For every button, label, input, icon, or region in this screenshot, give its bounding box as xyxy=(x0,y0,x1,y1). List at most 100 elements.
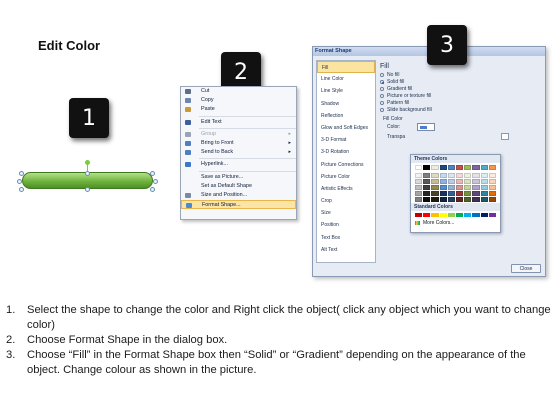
menu-item-paste[interactable]: Paste xyxy=(181,105,296,114)
color-swatch[interactable] xyxy=(464,165,472,170)
more-colors-item[interactable]: More Colors... xyxy=(411,219,500,227)
color-swatch[interactable] xyxy=(464,173,472,178)
nav-item-alt-text[interactable]: Alt Text xyxy=(317,244,375,256)
color-swatch[interactable] xyxy=(472,191,480,196)
nav-item-text-box[interactable]: Text Box xyxy=(317,232,375,244)
color-swatch[interactable] xyxy=(431,185,439,190)
color-swatch[interactable] xyxy=(456,165,464,170)
radio-button[interactable] xyxy=(380,73,384,77)
nav-item-shadow[interactable]: Shadow xyxy=(317,98,375,110)
color-swatch[interactable] xyxy=(439,179,447,184)
fill-option-gradient-fill[interactable]: Gradient fill xyxy=(379,86,543,93)
color-swatch[interactable] xyxy=(456,213,464,217)
menu-item-cut[interactable]: Cut xyxy=(181,87,296,96)
nav-item-crop[interactable]: Crop xyxy=(317,195,375,207)
color-swatch[interactable] xyxy=(488,197,497,202)
color-swatch[interactable] xyxy=(480,173,488,178)
color-swatch[interactable] xyxy=(415,165,423,170)
color-swatch[interactable] xyxy=(488,173,497,178)
color-swatch[interactable] xyxy=(456,185,464,190)
menu-item-format-shape[interactable]: Format Shape... xyxy=(181,200,296,210)
menu-item-group[interactable]: Group ▸ xyxy=(181,130,296,139)
nav-item-position[interactable]: Position xyxy=(317,219,375,231)
color-swatch[interactable] xyxy=(488,165,497,170)
color-swatch[interactable] xyxy=(431,173,439,178)
color-swatch[interactable] xyxy=(472,179,480,184)
color-swatch[interactable] xyxy=(472,173,480,178)
color-swatch[interactable] xyxy=(431,213,439,217)
color-swatch[interactable] xyxy=(439,173,447,178)
radio-button[interactable] xyxy=(380,101,384,105)
color-swatch[interactable] xyxy=(456,173,464,178)
color-swatch[interactable] xyxy=(439,197,447,202)
color-swatch[interactable] xyxy=(415,173,423,178)
nav-item-reflection[interactable]: Reflection xyxy=(317,110,375,122)
resize-handle[interactable] xyxy=(153,179,158,184)
color-swatch[interactable] xyxy=(423,165,431,170)
resize-handle[interactable] xyxy=(85,187,90,192)
color-swatch[interactable] xyxy=(415,185,423,190)
color-swatch[interactable] xyxy=(472,213,480,217)
color-swatch[interactable] xyxy=(488,213,497,217)
nav-item-3-d-format[interactable]: 3-D Format xyxy=(317,134,375,146)
close-button[interactable]: Close xyxy=(511,264,541,273)
color-swatch[interactable] xyxy=(423,173,431,178)
color-swatch[interactable] xyxy=(472,185,480,190)
resize-handle[interactable] xyxy=(17,179,22,184)
color-swatch[interactable] xyxy=(456,191,464,196)
nav-item-picture-corrections[interactable]: Picture Corrections xyxy=(317,159,375,171)
color-swatch[interactable] xyxy=(488,191,497,196)
color-swatch[interactable] xyxy=(456,197,464,202)
color-swatch[interactable] xyxy=(431,179,439,184)
resize-handle[interactable] xyxy=(150,171,155,176)
resize-handle[interactable] xyxy=(85,171,90,176)
color-swatch[interactable] xyxy=(415,179,423,184)
color-swatch[interactable] xyxy=(456,179,464,184)
nav-item-picture-color[interactable]: Picture Color xyxy=(317,171,375,183)
color-swatch[interactable] xyxy=(431,197,439,202)
menu-item-edit-text[interactable]: Edit Text xyxy=(181,118,296,127)
resize-handle[interactable] xyxy=(150,187,155,192)
color-swatch[interactable] xyxy=(464,197,472,202)
menu-item-bring-to-front[interactable]: Bring to Front ▸ xyxy=(181,139,296,148)
color-swatch[interactable] xyxy=(447,213,456,217)
color-swatch[interactable] xyxy=(480,191,488,196)
color-swatch[interactable] xyxy=(480,165,488,170)
nav-item-line-color[interactable]: Line Color xyxy=(317,73,375,85)
color-swatch[interactable] xyxy=(480,179,488,184)
color-swatch[interactable] xyxy=(423,179,431,184)
radio-button[interactable] xyxy=(380,87,384,91)
color-swatch[interactable] xyxy=(447,191,456,196)
transparency-spinner[interactable] xyxy=(501,133,509,140)
nav-item-fill[interactable]: Fill xyxy=(317,61,375,74)
color-swatch[interactable] xyxy=(447,165,456,170)
color-swatch[interactable] xyxy=(439,191,447,196)
menu-item-set-as-default-shape[interactable]: Set as Default Shape xyxy=(181,182,296,191)
nav-item-glow-and-soft-edges[interactable]: Glow and Soft Edges xyxy=(317,122,375,134)
fill-option-no-fill[interactable]: No fill xyxy=(379,72,543,79)
color-swatch[interactable] xyxy=(447,179,456,184)
color-swatch[interactable] xyxy=(447,173,456,178)
radio-button[interactable] xyxy=(380,80,384,84)
color-swatch[interactable] xyxy=(464,213,472,217)
fill-option-slide-background-fill[interactable]: Slide background fill xyxy=(379,107,543,114)
color-swatch[interactable] xyxy=(472,165,480,170)
color-swatch[interactable] xyxy=(447,185,456,190)
color-swatch[interactable] xyxy=(423,191,431,196)
nav-item-3-d-rotation[interactable]: 3-D Rotation xyxy=(317,146,375,158)
nav-item-artistic-effects[interactable]: Artistic Effects xyxy=(317,183,375,195)
selected-shape[interactable] xyxy=(16,160,160,200)
color-swatch[interactable] xyxy=(464,179,472,184)
color-swatch[interactable] xyxy=(480,197,488,202)
color-swatch[interactable] xyxy=(464,185,472,190)
color-swatch[interactable] xyxy=(472,197,480,202)
fill-option-picture-or-texture-fill[interactable]: Picture or texture fill xyxy=(379,93,543,100)
color-swatch[interactable] xyxy=(423,213,431,217)
color-swatch[interactable] xyxy=(415,191,423,196)
menu-item-hyperlink[interactable]: Hyperlink... xyxy=(181,160,296,169)
color-swatch[interactable] xyxy=(415,197,423,202)
radio-button[interactable] xyxy=(380,94,384,98)
color-swatch[interactable] xyxy=(423,197,431,202)
color-swatch[interactable] xyxy=(415,213,423,217)
color-swatch[interactable] xyxy=(480,213,488,217)
